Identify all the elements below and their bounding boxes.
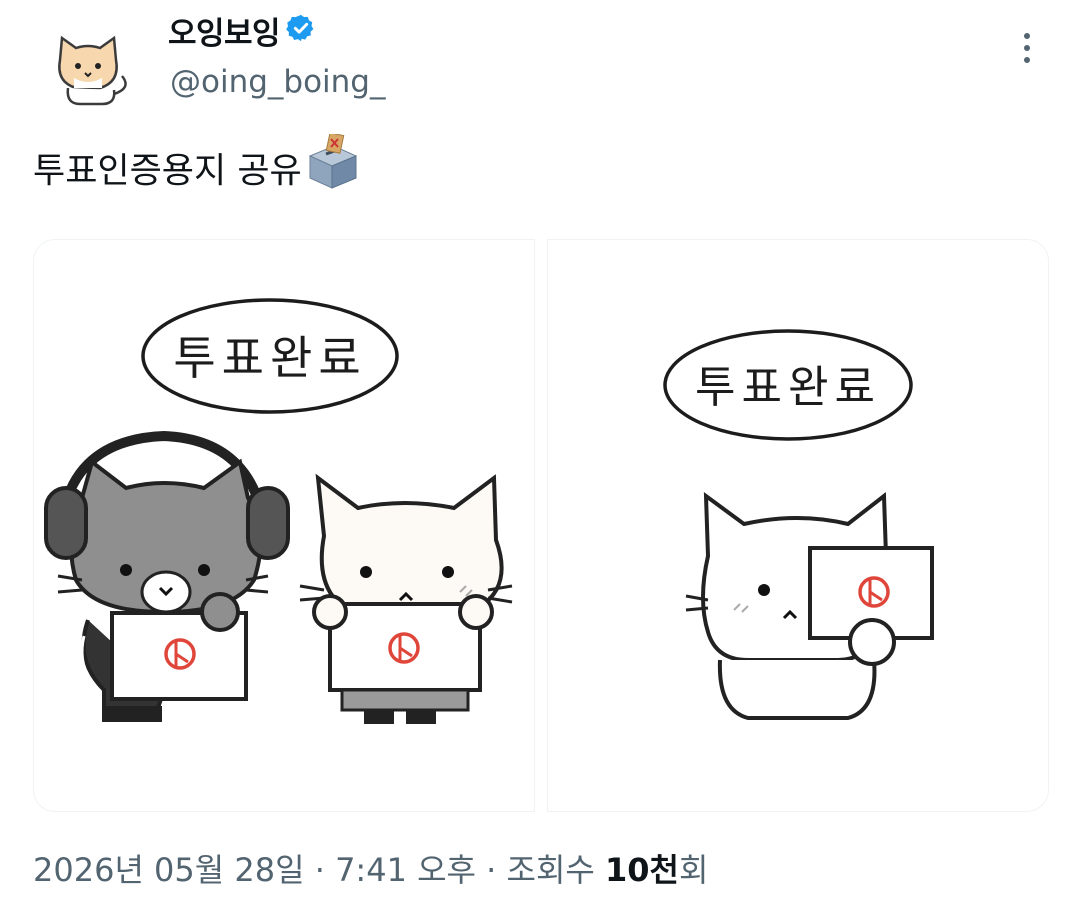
- verified-badge-icon: [286, 13, 316, 53]
- tweet-text: 투표인증용지 공유: [33, 132, 360, 207]
- author-display-name[interactable]: 오잉보잉: [168, 14, 316, 56]
- author-handle[interactable]: @oing_boing_: [170, 62, 386, 102]
- display-name-text[interactable]: 오잉보잉: [168, 16, 281, 52]
- views-suffix: 회: [678, 851, 709, 889]
- speech-bubble-text: 투표완료: [173, 331, 366, 385]
- tweet-image-2[interactable]: 투표완료: [547, 239, 1049, 812]
- meta-separator: ·: [475, 851, 507, 889]
- tweet-meta: 2026년 05월 28일 · 7:41 오후 · 조회수 10천회: [33, 848, 708, 892]
- tweet-time[interactable]: 7:41 오후: [335, 851, 476, 889]
- more-vertical-icon: [1024, 33, 1030, 63]
- ballot-box-emoji-icon: [304, 132, 360, 203]
- author-avatar[interactable]: [40, 22, 136, 118]
- tweet-date[interactable]: 2026년 05월 28일: [33, 851, 305, 889]
- speech-bubble-text: 투표완료: [695, 362, 881, 413]
- white-cat-single-illustration: [685, 491, 934, 720]
- views-label: 조회수: [506, 851, 605, 889]
- views-count: 10천: [605, 851, 679, 889]
- meta-separator: ·: [304, 851, 336, 889]
- tweet-image-1[interactable]: 투표완료: [33, 239, 535, 812]
- more-options-button[interactable]: [1012, 28, 1042, 68]
- tweet-text-content: 투표인증용지 공유: [33, 151, 302, 192]
- white-cat-illustration: [299, 473, 513, 724]
- gray-cat-illustration: [44, 430, 290, 722]
